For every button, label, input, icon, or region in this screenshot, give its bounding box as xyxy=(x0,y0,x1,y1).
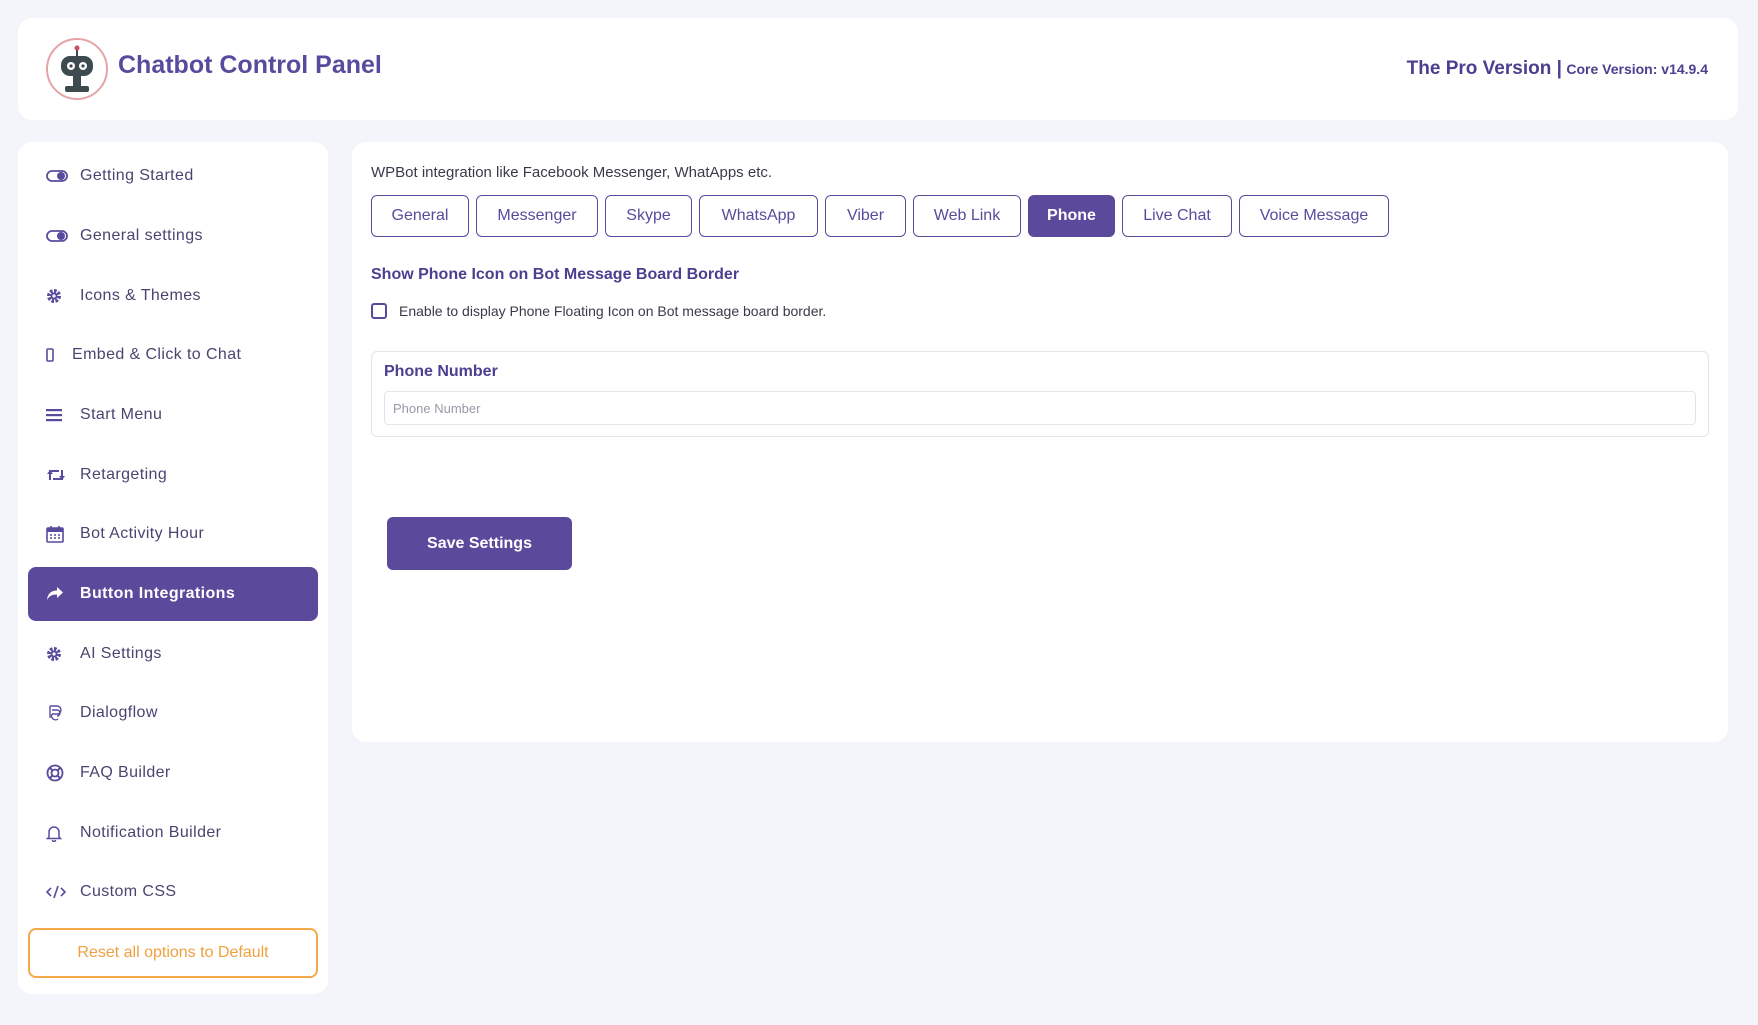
phone-number-input[interactable] xyxy=(384,391,1696,425)
sidebar-item-bot-activity-hour[interactable]: Bot Activity Hour xyxy=(28,507,318,561)
tab-skype[interactable]: Skype xyxy=(605,195,692,237)
sidebar-item-label: AI Settings xyxy=(80,645,162,662)
sidebar-item-label: Custom CSS xyxy=(80,883,177,900)
calendar-icon xyxy=(46,524,70,544)
tab-web-link[interactable]: Web Link xyxy=(913,195,1021,237)
integration-intro-text: WPBot integration like Facebook Messenge… xyxy=(371,164,773,181)
phone-number-label: Phone Number xyxy=(384,363,498,380)
bell-icon xyxy=(46,823,70,843)
sidebar-item-dialogflow[interactable]: Dialogflow xyxy=(28,686,318,740)
gear-icon xyxy=(46,286,70,306)
sidebar-item-label: Bot Activity Hour xyxy=(80,525,205,542)
sidebar-item-custom-css[interactable]: Custom CSS xyxy=(28,865,318,919)
sidebar-item-start-menu[interactable]: Start Menu xyxy=(28,388,318,442)
share-icon xyxy=(46,584,70,604)
pro-version-label: The Pro Version | xyxy=(1406,58,1562,79)
reset-defaults-button[interactable]: Reset all options to Default xyxy=(28,928,318,978)
sidebar-item-embed-click-to-chat[interactable]: Embed & Click to Chat xyxy=(28,328,318,382)
gear-icon xyxy=(46,644,70,664)
sidebar-item-label: Icons & Themes xyxy=(80,287,201,304)
page-title: Chatbot Control Panel xyxy=(118,51,382,79)
phone-icon-option: Enable to display Phone Floating Icon on… xyxy=(371,303,826,319)
sidebar-item-label: General settings xyxy=(80,227,203,244)
sidebar-item-retargeting[interactable]: Retargeting xyxy=(28,448,318,502)
tab-phone[interactable]: Phone xyxy=(1028,195,1115,237)
sidebar-item-label: Retargeting xyxy=(80,466,168,483)
version-info: The Pro Version | Core Version: v14.9.4 xyxy=(1407,58,1708,80)
phone-icon-checkbox-label[interactable]: Enable to display Phone Floating Icon on… xyxy=(399,303,826,319)
sidebar-item-faq-builder[interactable]: FAQ Builder xyxy=(28,746,318,800)
sidebar-item-label: Getting Started xyxy=(80,167,194,184)
tab-whatsapp[interactable]: WhatsApp xyxy=(699,195,818,237)
sidebar-item-button-integrations[interactable]: Button Integrations xyxy=(28,567,318,621)
code-icon xyxy=(46,882,70,902)
save-settings-button[interactable]: Save Settings xyxy=(387,517,572,570)
sidebar-item-general-settings[interactable]: General settings xyxy=(28,209,318,263)
mobile-icon xyxy=(46,345,62,365)
toggle-icon xyxy=(46,166,70,186)
phone-icon-checkbox[interactable] xyxy=(371,303,387,319)
main-panel: WPBot integration like Facebook Messenge… xyxy=(352,142,1728,742)
sidebar-item-icons-themes[interactable]: Icons & Themes xyxy=(28,269,318,323)
sidebar: Getting Started General settings Icons &… xyxy=(18,142,328,994)
sidebar-item-label: Notification Builder xyxy=(80,824,222,841)
sidebar-item-ai-settings[interactable]: AI Settings xyxy=(28,627,318,681)
bars-icon xyxy=(46,405,70,425)
core-version-label: Core Version: v14.9.4 xyxy=(1566,61,1708,77)
phone-number-group: Phone Number xyxy=(371,351,1709,437)
sidebar-item-label: Start Menu xyxy=(80,406,163,423)
sidebar-item-label: Dialogflow xyxy=(80,704,158,721)
tab-live-chat[interactable]: Live Chat xyxy=(1122,195,1232,237)
sidebar-item-getting-started[interactable]: Getting Started xyxy=(28,149,318,203)
tab-general[interactable]: General xyxy=(371,195,469,237)
tab-viber[interactable]: Viber xyxy=(825,195,906,237)
sidebar-item-label: FAQ Builder xyxy=(80,764,171,781)
section-title: Show Phone Icon on Bot Message Board Bor… xyxy=(371,266,740,283)
header: Chatbot Control Panel The Pro Version | … xyxy=(18,18,1738,120)
retweet-icon xyxy=(46,465,70,485)
toggle-icon xyxy=(46,226,70,246)
robot-logo-icon[interactable] xyxy=(46,38,108,100)
tab-messenger[interactable]: Messenger xyxy=(476,195,598,237)
sidebar-item-label: Button Integrations xyxy=(80,585,236,602)
tab-voice-message[interactable]: Voice Message xyxy=(1239,195,1389,237)
lifebuoy-icon xyxy=(46,763,70,783)
dialogflow-icon xyxy=(46,703,70,723)
sidebar-item-label: Embed & Click to Chat xyxy=(72,346,242,363)
sidebar-item-notification-builder[interactable]: Notification Builder xyxy=(28,806,318,860)
